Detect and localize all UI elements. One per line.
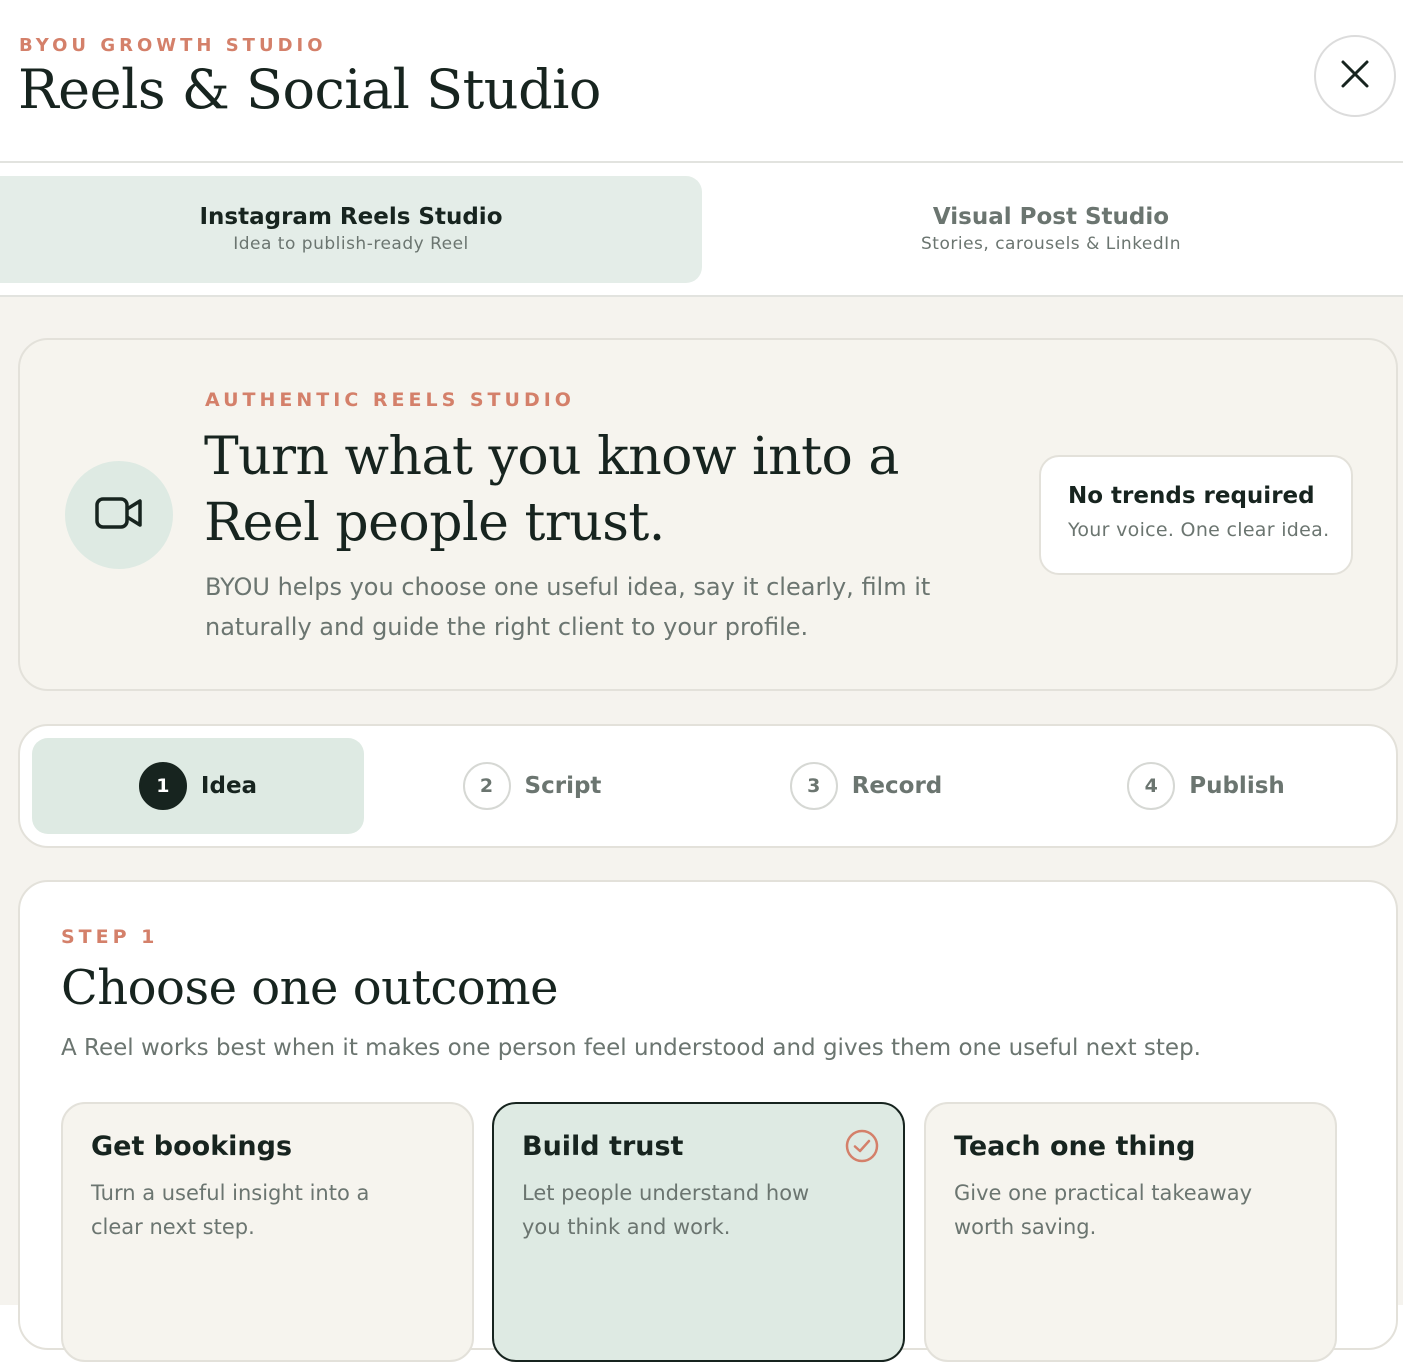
option-build-trust[interactable]: Build trust Let people understand how yo… [492,1102,905,1362]
badge-subtitle: Your voice. One clear idea. [1068,519,1330,541]
step-card: STEP 1 Choose one outcome A Reel works b… [18,880,1398,1362]
progress-stepper: 1 Idea 2 Script 3 Record 4 Publish [18,724,1398,848]
tab-instagram-reels-studio[interactable]: Instagram Reels Studio Idea to publish-r… [0,176,702,283]
option-get-bookings[interactable]: Get bookings Turn a useful insight into … [61,1102,474,1362]
step-idea[interactable]: 1 Idea [32,738,364,834]
close-button[interactable] [1314,35,1396,117]
tab-title: Visual Post Studio [932,204,1170,230]
studio-tabs: Instagram Reels Studio Idea to publish-r… [0,163,1403,296]
option-title: Teach one thing [954,1131,1196,1162]
option-description: Turn a useful insight into a clear next … [91,1181,370,1239]
hero-icon-circle [65,461,173,569]
hero-eyebrow: AUTHENTIC REELS STUDIO [205,389,575,411]
step-record[interactable]: 3 Record [700,738,1032,834]
tab-visual-post-studio[interactable]: Visual Post Studio Stories, carousels & … [718,176,1403,283]
step-number: 3 [789,762,838,810]
step-number: 2 [462,762,511,810]
video-camera-icon [94,494,144,536]
close-icon [1340,59,1370,93]
step-eyebrow: STEP 1 [61,926,159,948]
step-script[interactable]: 2 Script [366,738,698,834]
hero-badge: No trends required Your voice. One clear… [1039,455,1353,575]
option-description: Let people understand how you think and … [522,1181,810,1239]
step-number: 1 [138,762,187,810]
option-title: Get bookings [91,1131,293,1162]
step-label: Record [851,773,943,799]
option-teach-one-thing[interactable]: Teach one thing Give one practical takea… [924,1102,1337,1362]
tab-subtitle: Stories, carousels & LinkedIn [921,234,1181,254]
hero-title: Turn what you know into a Reel people tr… [204,427,899,553]
page-title: Reels & Social Studio [18,58,601,121]
app-header: BYOU GROWTH STUDIO Reels & Social Studio [0,0,1403,162]
main-content: AUTHENTIC REELS STUDIO Turn what you kno… [0,297,1403,1362]
step-publish[interactable]: 4 Publish [1040,738,1372,834]
step-number: 4 [1127,762,1176,810]
step-label: Publish [1189,773,1285,799]
step-description: A Reel works best when it makes one pers… [61,1035,1201,1061]
step-label: Idea [200,773,258,799]
badge-title: No trends required [1068,483,1315,509]
step-title: Choose one outcome [61,960,559,1016]
tab-subtitle: Idea to publish-ready Reel [233,234,469,254]
option-description: Give one practical takeaway worth saving… [954,1181,1253,1239]
hero-description: BYOU helps you choose one useful idea, s… [205,573,931,641]
hero-card: AUTHENTIC REELS STUDIO Turn what you kno… [18,338,1398,691]
check-circle-icon [844,1128,880,1168]
brand-eyebrow: BYOU GROWTH STUDIO [19,35,327,56]
step-label: Script [524,773,602,799]
tab-title: Instagram Reels Studio [199,204,503,230]
